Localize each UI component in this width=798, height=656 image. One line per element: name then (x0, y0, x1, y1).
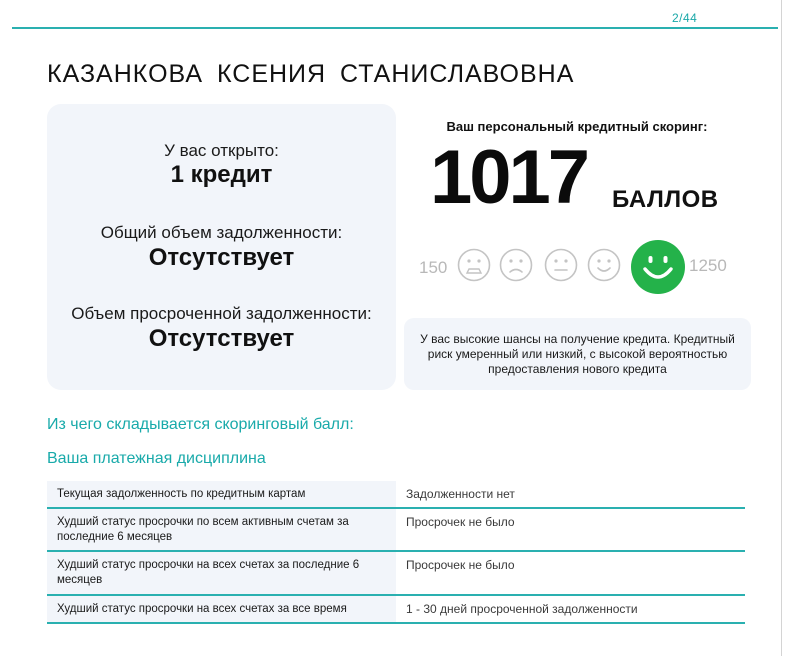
total-debt-label: Общий объем задолженности: (100, 223, 343, 242)
row-label: Худший статус просрочки на всех счетах з… (47, 552, 396, 594)
row-value: Просрочек не было (406, 515, 515, 529)
table-row: Худший статус просрочки по всем активным… (47, 509, 745, 552)
scoring-section-title: Из чего складывается скоринговый балл: (47, 416, 354, 433)
discipline-table: Текущая задолженность по кредитным карта… (47, 481, 745, 624)
discipline-section-title: Ваша платежная дисциплина (47, 450, 266, 467)
table-row: Худший статус просрочки на всех счетах з… (47, 552, 745, 596)
happy-face-icon (631, 240, 685, 294)
header-divider (12, 27, 778, 29)
neutral-face-icon (544, 248, 578, 282)
page-edge (781, 0, 782, 656)
row-value: 1 - 30 дней просроченной задолженности (406, 602, 638, 616)
open-credits-value: 1 кредит (170, 161, 273, 188)
score-unit: БАЛЛОВ (612, 186, 719, 213)
total-debt-value: Отсутствует (148, 244, 295, 271)
page-number: 2/44 (672, 11, 698, 25)
open-credits-label: У вас открыто: (164, 141, 279, 160)
row-value: Задолженности нет (406, 487, 515, 501)
sad-face-icon (457, 248, 491, 282)
person-name: КАЗАНКОВА КСЕНИЯ СТАНИСЛАВОВНА (47, 60, 575, 88)
score-note: У вас высокие шансы на получение кредита… (420, 332, 735, 376)
scale-min: 150 (419, 258, 448, 277)
row-label: Худший статус просрочки на всех счетах з… (47, 596, 396, 622)
table-row: Текущая задолженность по кредитным карта… (47, 481, 745, 509)
table-row: Худший статус просрочки на всех счетах з… (47, 596, 745, 624)
score-value: 1017 (430, 135, 590, 220)
overdue-debt-label: Объем просроченной задолженности: (71, 304, 372, 323)
scale-max: 1250 (689, 256, 727, 275)
row-label: Текущая задолженность по кредитным карта… (47, 481, 396, 507)
row-value: Просрочек не было (406, 558, 515, 572)
overdue-debt-value: Отсутствует (148, 325, 295, 352)
row-label: Худший статус просрочки по всем активным… (47, 509, 396, 550)
frown-face-icon (499, 248, 533, 282)
score-note-card: У вас высокие шансы на получение кредита… (404, 318, 751, 390)
credit-summary-card: У вас открыто: 1 кредит Общий объем задо… (47, 104, 396, 390)
smile-face-icon (587, 248, 621, 282)
score-title: Ваш персональный кредитный скоринг: (446, 119, 708, 134)
